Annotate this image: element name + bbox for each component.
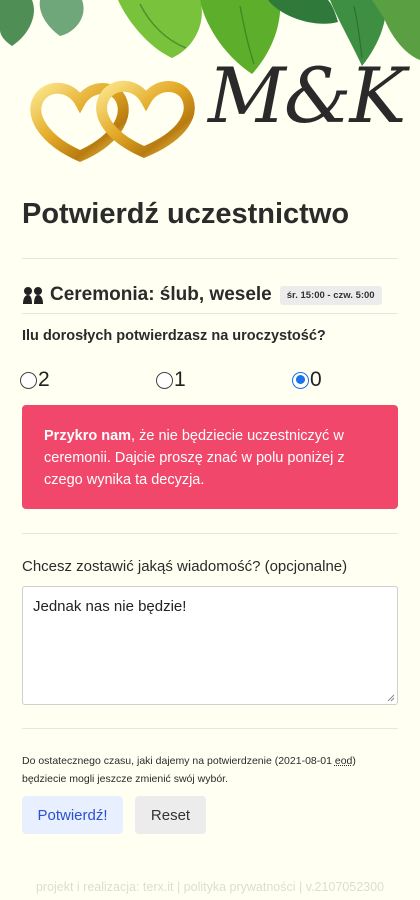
deadline-text: Do ostatecznego czasu, jaki dajemy na po… <box>22 755 335 767</box>
radio-option-2[interactable]: 2 <box>20 368 50 392</box>
divider <box>22 533 398 534</box>
radio-button[interactable] <box>156 371 173 389</box>
message-label: Chcesz zostawić jakąś wiadomość? (opcjon… <box>22 558 348 575</box>
radio-button[interactable] <box>20 371 37 389</box>
event-header: Ceremonia: ślub, wesele śr. 15:00 - czw.… <box>22 284 382 306</box>
radio-button-selected[interactable] <box>292 371 309 389</box>
footer: projekt i realizacja: terx.it | polityka… <box>35 880 385 894</box>
alert-lead: Przykro nam <box>44 428 132 444</box>
radio-option-0[interactable]: 0 <box>292 368 322 392</box>
adults-question: Ilu dorosłych potwierdzasz na uroczystoś… <box>22 328 326 344</box>
couple-icon <box>23 287 43 304</box>
header-decoration: M&K <box>0 0 420 175</box>
confirm-button[interactable]: Potwierdź! <box>22 796 123 834</box>
deadline-note: Do ostatecznego czasu, jaki dajemy na po… <box>22 752 398 788</box>
event-title: Ceremonia: ślub, wesele <box>50 284 272 305</box>
eod-abbr: eod <box>334 755 353 767</box>
resize-handle-icon[interactable] <box>387 694 395 702</box>
radio-label: 1 <box>174 368 186 391</box>
event-time-badge: śr. 15:00 - czw. 5:00 <box>279 285 382 305</box>
message-textarea[interactable]: Jednak nas nie będzie! <box>22 586 398 705</box>
radio-label: 2 <box>38 368 50 391</box>
message-value: Jednak nas nie będzie! <box>33 598 187 615</box>
reset-button[interactable]: Reset <box>135 796 206 834</box>
divider <box>22 258 398 259</box>
divider <box>22 728 398 729</box>
radio-label: 0 <box>310 368 322 391</box>
decline-alert: Przykro nam, że nie będziecie uczestnicz… <box>22 405 398 509</box>
wedding-rings-icon <box>30 80 195 163</box>
page-title: Potwierdź uczestnictwo <box>22 198 350 230</box>
divider <box>22 313 398 314</box>
couple-monogram: M&K <box>208 51 406 140</box>
radio-option-1[interactable]: 1 <box>156 368 186 392</box>
